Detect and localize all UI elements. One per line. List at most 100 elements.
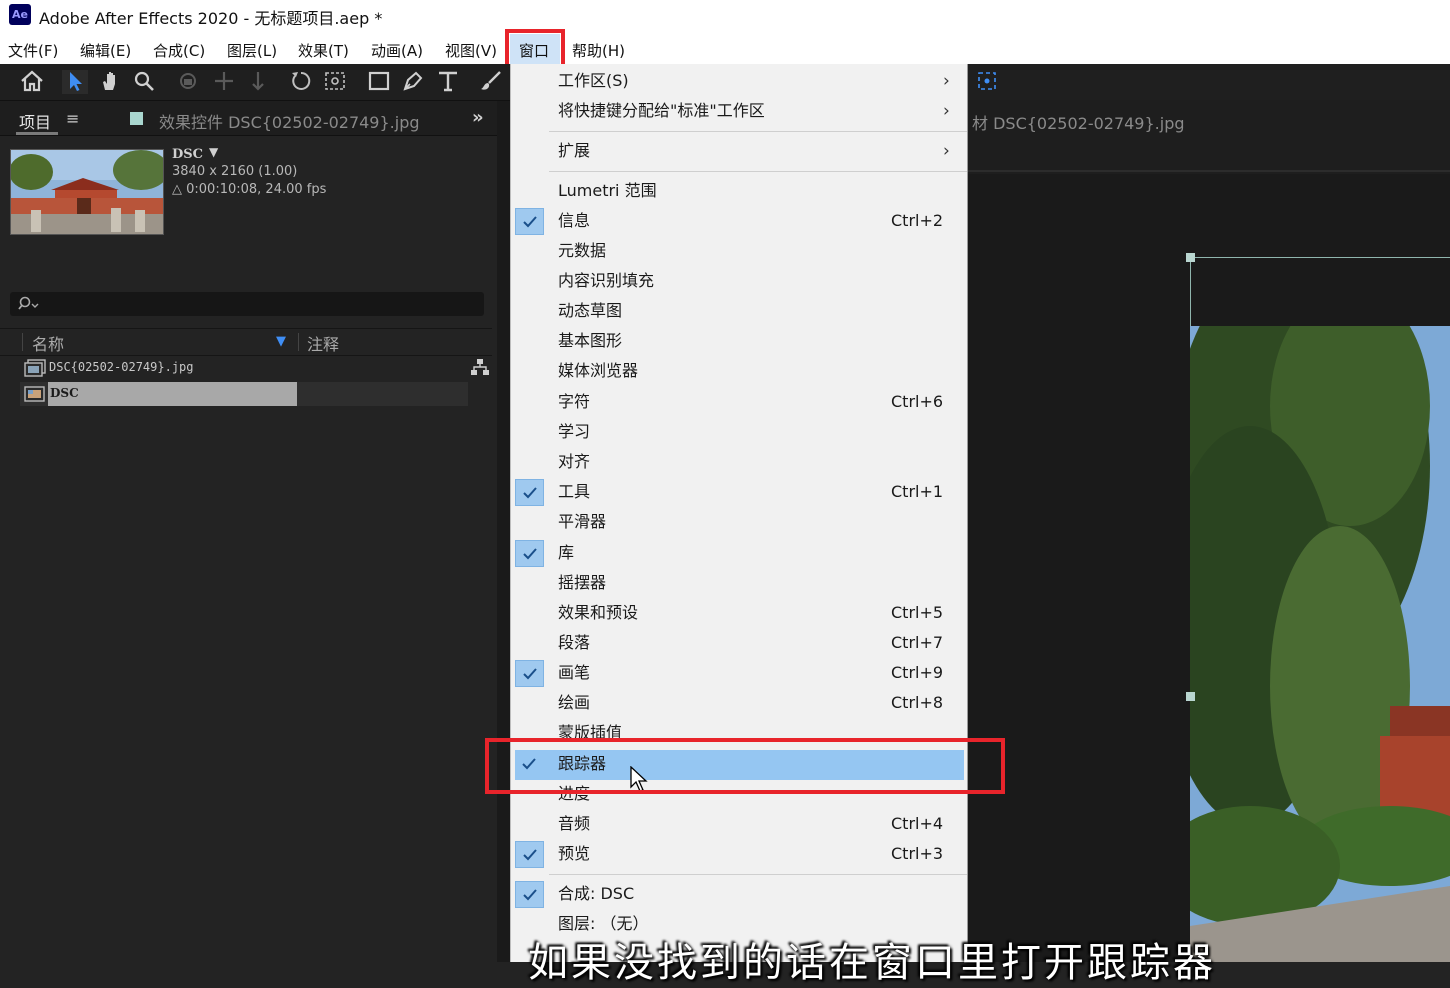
search-icon [18, 296, 39, 310]
checkmark-icon [515, 540, 544, 567]
menu-view[interactable]: 视图(V) [445, 40, 497, 61]
menu-edit[interactable]: 编辑(E) [80, 40, 131, 61]
menu-separator [549, 131, 967, 132]
item-duration: △ 0:00:10:08, 24.00 fps [172, 182, 327, 197]
tab-footage-viewer[interactable]: 材 DSC{02502-02749}.jpg [972, 110, 1185, 134]
menu-item-lumetri-scopes[interactable]: Lumetri 范围 [511, 177, 969, 205]
checkmark-icon [515, 881, 544, 908]
menu-animation[interactable]: 动画(A) [371, 40, 423, 61]
column-name-label[interactable]: 名称 [32, 331, 64, 355]
checkmark-icon [515, 208, 544, 235]
layer-handle-mid-left[interactable] [1186, 692, 1195, 701]
layer-handle-top-left[interactable] [1186, 253, 1195, 262]
type-icon[interactable] [435, 70, 461, 94]
after-effects-logo-icon: Ae [9, 4, 31, 25]
menu-layer[interactable]: 图层(L) [227, 40, 277, 61]
anchor-point-icon[interactable] [322, 70, 348, 94]
zoom-icon[interactable] [131, 70, 157, 94]
menu-item-align[interactable]: 对齐 [511, 448, 969, 476]
checkmark-icon [515, 479, 544, 506]
orbit-camera-icon[interactable] [175, 70, 201, 94]
project-row-name: DSC{02502-02749}.jpg [49, 360, 194, 374]
menu-help[interactable]: 帮助(H) [572, 40, 625, 61]
menu-item-brushes[interactable]: 画笔 Ctrl+9 [511, 659, 969, 687]
tab-effect-controls[interactable]: 效果控件 DSC{02502-02749}.jpg [159, 109, 420, 133]
effects-tab-swatch-icon [130, 112, 143, 125]
brush-icon[interactable] [478, 70, 504, 94]
project-column-header: 名称 ▼ 注释 [0, 328, 492, 356]
dolly-camera-icon[interactable] [245, 70, 271, 94]
window-title: Adobe After Effects 2020 - 无标题项目.aep * [39, 9, 383, 28]
menu-item-libraries[interactable]: 库 [511, 539, 969, 567]
item-dropdown-icon[interactable]: ▼ [209, 145, 218, 159]
menu-item-essential-graphics[interactable]: 基本图形 [511, 327, 969, 355]
project-search-input[interactable] [10, 292, 484, 316]
checkmark-icon [515, 660, 544, 687]
menu-item-metadata[interactable]: 元数据 [511, 237, 969, 265]
panel-splitter[interactable] [497, 101, 510, 962]
menu-item-preview[interactable]: 预览 Ctrl+3 [511, 840, 969, 868]
footage-thumbnail [10, 149, 164, 235]
row-selection-highlight [48, 382, 297, 406]
tabs-overflow-icon[interactable]: » [472, 107, 484, 128]
submenu-arrow-icon: › [943, 141, 950, 161]
menu-item-audio[interactable]: 音频 Ctrl+4 [511, 810, 969, 838]
panel-menu-icon[interactable]: ≡ [66, 109, 79, 128]
sort-descending-icon[interactable]: ▼ [276, 334, 286, 349]
menu-item-wiggler[interactable]: 摇摆器 [511, 569, 969, 597]
tab-project[interactable]: 项目 [19, 109, 51, 133]
menu-item-extensions[interactable]: 扩展 › [511, 137, 969, 165]
menu-item-content-aware-fill[interactable]: 内容识别填充 [511, 267, 969, 295]
item-dimensions: 3840 x 2160 (1.00) [172, 164, 298, 179]
footage-file-icon [24, 359, 46, 377]
menu-item-character[interactable]: 字符 Ctrl+6 [511, 388, 969, 416]
window-menu-dropdown: 工作区(S) › 将快捷键分配给"标准"工作区 › 扩展 › Lumetri 范… [510, 64, 968, 962]
menu-effect[interactable]: 效果(T) [298, 40, 349, 61]
menu-item-effects-presets[interactable]: 效果和预设 Ctrl+5 [511, 599, 969, 627]
menu-file[interactable]: 文件(F) [8, 40, 58, 61]
menu-item-media-browser[interactable]: 媒体浏览器 [511, 357, 969, 385]
snapping-icon[interactable] [976, 70, 998, 92]
project-row-name: DSC [50, 386, 79, 400]
submenu-arrow-icon: › [943, 71, 950, 91]
video-subtitle: 如果没找到的话在窗口里打开跟踪器 [528, 940, 1216, 986]
title-bar: Ae Adobe After Effects 2020 - 无标题项目.aep … [0, 0, 1450, 32]
pan-camera-icon[interactable] [211, 70, 237, 94]
column-divider [298, 333, 299, 351]
submenu-arrow-icon: › [943, 101, 950, 121]
composition-icon [24, 386, 45, 402]
project-row-composition[interactable]: DSC [20, 382, 468, 406]
checkmark-icon [515, 841, 544, 868]
menu-separator [549, 171, 967, 172]
menu-item-info[interactable]: 信息 Ctrl+2 [511, 207, 969, 235]
menu-item-motion-sketch[interactable]: 动态草图 [511, 297, 969, 325]
menu-item-tools[interactable]: 工具 Ctrl+1 [511, 478, 969, 506]
item-name: DSC [172, 147, 204, 162]
menu-item-workspace[interactable]: 工作区(S) › [511, 67, 969, 95]
hand-icon[interactable] [97, 70, 123, 94]
pen-icon[interactable] [400, 70, 426, 94]
layer-bounds-top-edge [1190, 257, 1450, 258]
menu-item-assign-shortcuts[interactable]: 将快捷键分配给"标准"工作区 › [511, 97, 969, 125]
menu-item-learn[interactable]: 学习 [511, 418, 969, 446]
column-comment-label[interactable]: 注释 [307, 331, 339, 355]
selection-arrow-icon[interactable] [62, 70, 88, 94]
viewer-divider [968, 170, 1450, 172]
menu-item-paragraph[interactable]: 段落 Ctrl+7 [511, 629, 969, 657]
project-panel-tabs: 项目 ≡ 效果控件 DSC{02502-02749}.jpg » [0, 101, 497, 136]
menu-item-composition-dsc[interactable]: 合成: DSC [511, 880, 969, 908]
tab-project-underline [16, 132, 58, 135]
viewer-toolbar [968, 64, 1450, 100]
home-icon[interactable] [19, 70, 45, 94]
annotation-box-tracker [485, 738, 1005, 794]
rectangle-icon[interactable] [366, 70, 392, 94]
menu-separator [549, 874, 967, 875]
menu-item-smoother[interactable]: 平滑器 [511, 508, 969, 536]
flowchart-icon[interactable] [470, 358, 490, 376]
project-row-footage[interactable]: DSC{02502-02749}.jpg [20, 357, 490, 379]
menu-bar: 文件(F) 编辑(E) 合成(C) 图层(L) 效果(T) 动画(A) 视图(V… [0, 32, 1450, 64]
rotate-icon[interactable] [288, 70, 314, 94]
menu-composition[interactable]: 合成(C) [153, 40, 205, 61]
menu-item-paint[interactable]: 绘画 Ctrl+8 [511, 689, 969, 717]
column-divider [22, 333, 23, 351]
